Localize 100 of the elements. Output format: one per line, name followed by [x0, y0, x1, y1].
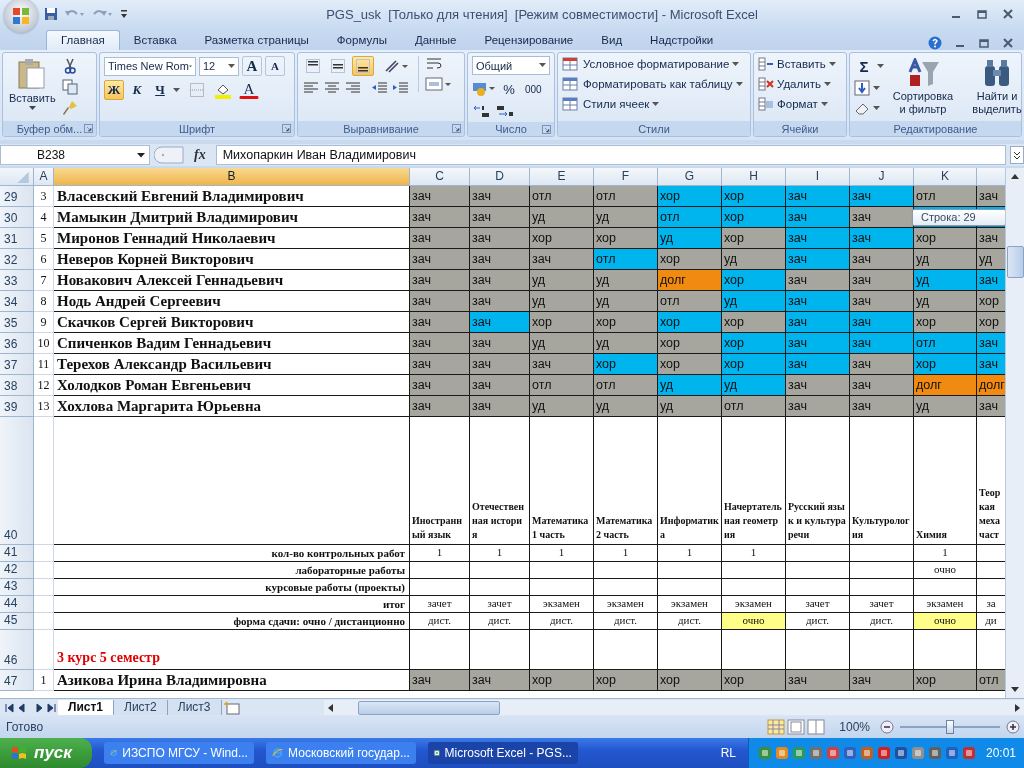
align-right-icon[interactable]: [344, 80, 362, 96]
row-header[interactable]: 35: [0, 312, 34, 333]
align-center-icon[interactable]: [323, 80, 341, 96]
cells-icon[interactable]: [758, 76, 774, 92]
caret-icon[interactable]: [735, 81, 743, 87]
tray-icon[interactable]: [773, 745, 790, 761]
find-select-button[interactable]: Найти и выделить: [962, 56, 1024, 118]
column-header[interactable]: C: [410, 168, 470, 186]
thousands-button[interactable]: 000: [522, 79, 545, 99]
ribbon-tab[interactable]: Вид: [587, 31, 637, 50]
sheet-tab[interactable]: Лист1: [58, 700, 115, 715]
caret-icon[interactable]: [828, 61, 836, 67]
paste-button[interactable]: Вставить: [7, 56, 58, 113]
help-icon[interactable]: [928, 36, 942, 50]
close-icon[interactable]: [1002, 8, 1014, 20]
ribbon-tab[interactable]: Рецензирование: [470, 31, 588, 50]
increase-indent-icon[interactable]: [392, 80, 410, 96]
copy-icon[interactable]: [61, 79, 78, 95]
sheet-tab[interactable]: Лист2: [114, 700, 168, 715]
ribbon-tab[interactable]: Формулы: [322, 31, 401, 50]
zoom-in-icon[interactable]: [1006, 720, 1020, 734]
row-header[interactable]: 41: [0, 545, 34, 562]
orientation-icon[interactable]: [383, 58, 409, 74]
column-header[interactable]: B: [54, 168, 410, 186]
tray-icon[interactable]: [926, 745, 943, 761]
ribbon-tab[interactable]: Главная: [46, 30, 120, 50]
tray-icon[interactable]: [960, 745, 977, 761]
launcher-icon[interactable]: [542, 125, 551, 134]
row-header[interactable]: 36: [0, 333, 34, 354]
tray-icon[interactable]: [858, 745, 875, 761]
style-button[interactable]: Условное форматирование: [583, 58, 730, 70]
caret-icon[interactable]: [873, 105, 880, 111]
row-header[interactable]: 29: [0, 186, 34, 207]
cells-button[interactable]: Вставить: [777, 58, 826, 70]
grow-font-button[interactable]: A: [242, 56, 262, 76]
row-header[interactable]: 31: [0, 228, 34, 249]
table-style-icon[interactable]: [562, 96, 580, 112]
row-header[interactable]: 39: [0, 396, 34, 417]
column-header[interactable]: H: [722, 168, 786, 186]
row-header[interactable]: 37: [0, 354, 34, 375]
align-left-icon[interactable]: [302, 80, 320, 96]
restore-icon[interactable]: [976, 8, 988, 20]
row-header[interactable]: 32: [0, 249, 34, 270]
column-header[interactable]: E: [530, 168, 594, 186]
zoom-level[interactable]: 100%: [839, 720, 870, 734]
row-header[interactable]: 44: [0, 596, 34, 613]
tray-icon[interactable]: [892, 745, 909, 761]
row-header[interactable]: 34: [0, 291, 34, 312]
caret-icon[interactable]: [732, 61, 740, 67]
caret-icon[interactable]: [228, 63, 235, 69]
brush-icon[interactable]: [61, 100, 78, 116]
taskbar-button[interactable]: ИЗСПО МГСУ - Wind...: [103, 742, 254, 764]
customize-icon[interactable]: [120, 8, 128, 20]
sort-filter-button[interactable]: Сортировка и фильтр: [888, 56, 958, 118]
caret-icon[interactable]: [877, 63, 884, 69]
caret-icon[interactable]: [173, 87, 180, 93]
tray-icon[interactable]: [943, 745, 960, 761]
sheet-tab[interactable]: Лист3: [167, 700, 222, 715]
column-header[interactable]: G: [658, 168, 722, 186]
currency-icon[interactable]: [472, 81, 496, 97]
underline-button[interactable]: Ч: [150, 80, 170, 100]
font-size-field[interactable]: 12: [199, 56, 239, 76]
launcher-icon[interactable]: [282, 124, 291, 133]
fill-down-icon[interactable]: [854, 80, 870, 96]
zoom-slider-thumb[interactable]: [946, 720, 954, 734]
caret-icon[interactable]: [539, 63, 546, 68]
scroll-thumb[interactable]: [1006, 246, 1024, 278]
font-color-button[interactable]: A: [239, 81, 259, 99]
launcher-icon[interactable]: [84, 124, 93, 133]
cells-button[interactable]: Формат: [777, 98, 818, 110]
ribbon-tab[interactable]: Данные: [400, 31, 471, 50]
taskbar-button[interactable]: Microsoft Excel - PGS...: [427, 742, 578, 764]
row-header[interactable]: 46: [0, 630, 34, 670]
bold-button[interactable]: Ж: [104, 80, 124, 100]
save-icon[interactable]: [44, 7, 58, 21]
vertical-scrollbar[interactable]: [1005, 168, 1024, 698]
page-layout-icon[interactable]: [787, 719, 806, 735]
cells-icon[interactable]: [758, 56, 774, 72]
launcher-icon[interactable]: [452, 124, 461, 133]
row-header[interactable]: 40: [0, 417, 34, 545]
taskbar-button[interactable]: Московский государ...: [265, 742, 416, 764]
tray-icon[interactable]: [841, 745, 858, 761]
tray-icon[interactable]: [824, 745, 841, 761]
table-style-icon[interactable]: [562, 56, 580, 72]
merge-cells-icon[interactable]: [425, 76, 451, 92]
scroll-thumb[interactable]: [358, 700, 500, 715]
horizontal-scrollbar[interactable]: [324, 700, 1024, 715]
row-header[interactable]: 30: [0, 207, 34, 228]
shrink-font-button[interactable]: A: [265, 56, 285, 76]
formula-field[interactable]: Михопаркин Иван Владимирович: [215, 145, 1006, 165]
ribbon-tab[interactable]: Разметка страницы: [190, 31, 323, 50]
row-header[interactable]: 42: [0, 562, 34, 579]
name-box[interactable]: B238: [0, 145, 150, 165]
column-header[interactable]: J: [850, 168, 914, 186]
ribbon-tab[interactable]: Вставка: [119, 31, 191, 50]
column-header[interactable]: K: [914, 168, 977, 186]
zoom-out-icon[interactable]: [880, 720, 894, 734]
percent-button[interactable]: %: [499, 79, 519, 99]
sheet-nav-icon[interactable]: [4, 701, 58, 714]
caret-icon[interactable]: [823, 81, 831, 87]
